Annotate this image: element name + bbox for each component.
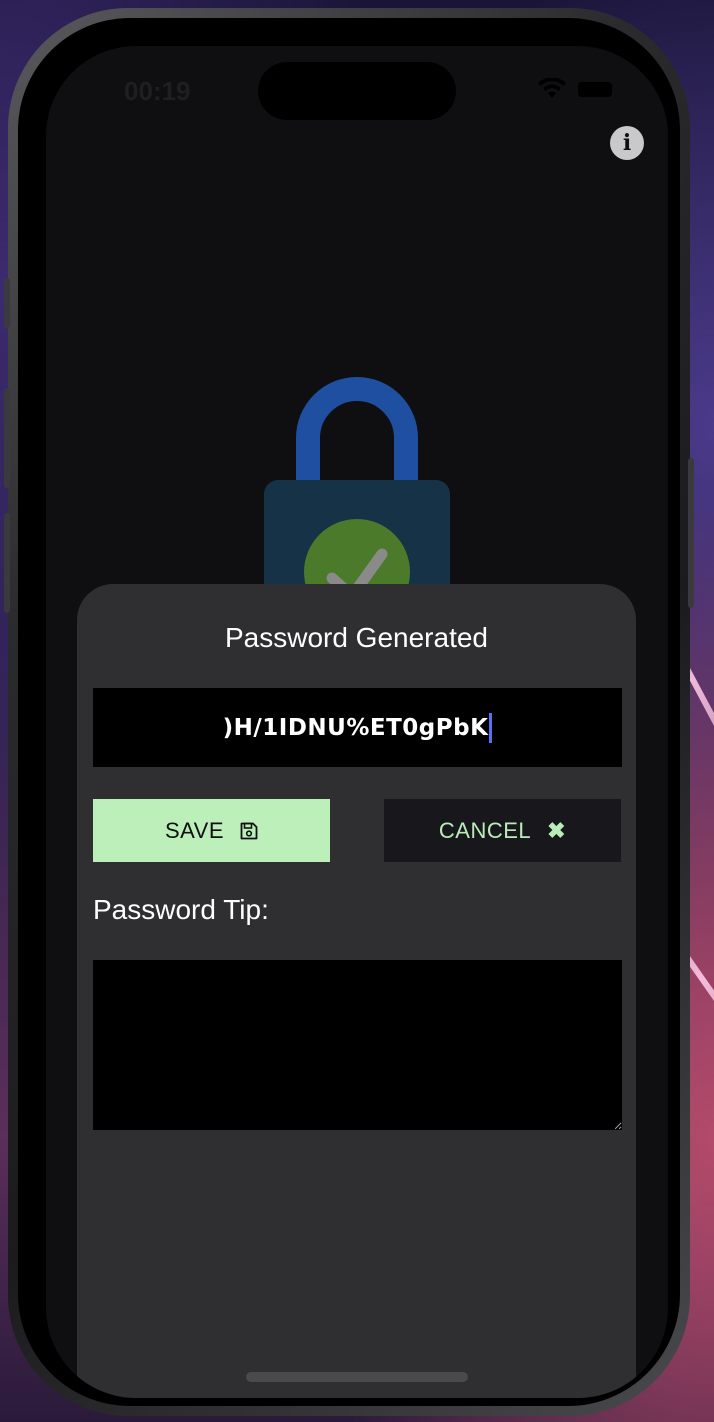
info-button[interactable]: i: [610, 126, 644, 160]
status-icons: [538, 78, 612, 100]
dynamic-island: [258, 62, 456, 120]
save-button-label: SAVE: [164, 817, 225, 843]
home-indicator[interactable]: [246, 1372, 468, 1382]
generated-password-field[interactable]: )H/1IDNU%ET0gPbK: [93, 688, 622, 767]
password-generated-sheet: Password Generated )H/1IDNU%ET0gPbK SAVE…: [77, 584, 636, 1398]
floppy-disk-icon: [240, 822, 258, 839]
close-x-icon: ✖: [547, 817, 567, 843]
password-tip-label: Password Tip:: [93, 894, 269, 925]
device-frame: 00:19 i Password Generated )H/1IDNU%ET0g…: [4, 8, 694, 1416]
cancel-button-label: CANCEL: [438, 817, 532, 843]
status-time: 00:19: [124, 76, 191, 106]
info-circle-icon: i: [622, 130, 632, 156]
cancel-button[interactable]: CANCEL ✖: [384, 799, 621, 862]
text-cursor: [489, 712, 493, 743]
battery-icon: [578, 81, 612, 97]
save-button[interactable]: SAVE: [93, 799, 330, 862]
generated-password-value: )H/1IDNU%ET0gPbK: [222, 714, 489, 741]
device-side-button: [4, 388, 10, 488]
app-screen: 00:19 i Password Generated )H/1IDNU%ET0g…: [46, 46, 668, 1398]
device-side-button: [4, 513, 10, 613]
password-tip-input[interactable]: [93, 960, 622, 1130]
sheet-title: Password Generated: [224, 622, 489, 653]
device-side-button: [4, 278, 10, 328]
device-side-button: [688, 458, 694, 608]
wifi-icon: [538, 78, 566, 98]
